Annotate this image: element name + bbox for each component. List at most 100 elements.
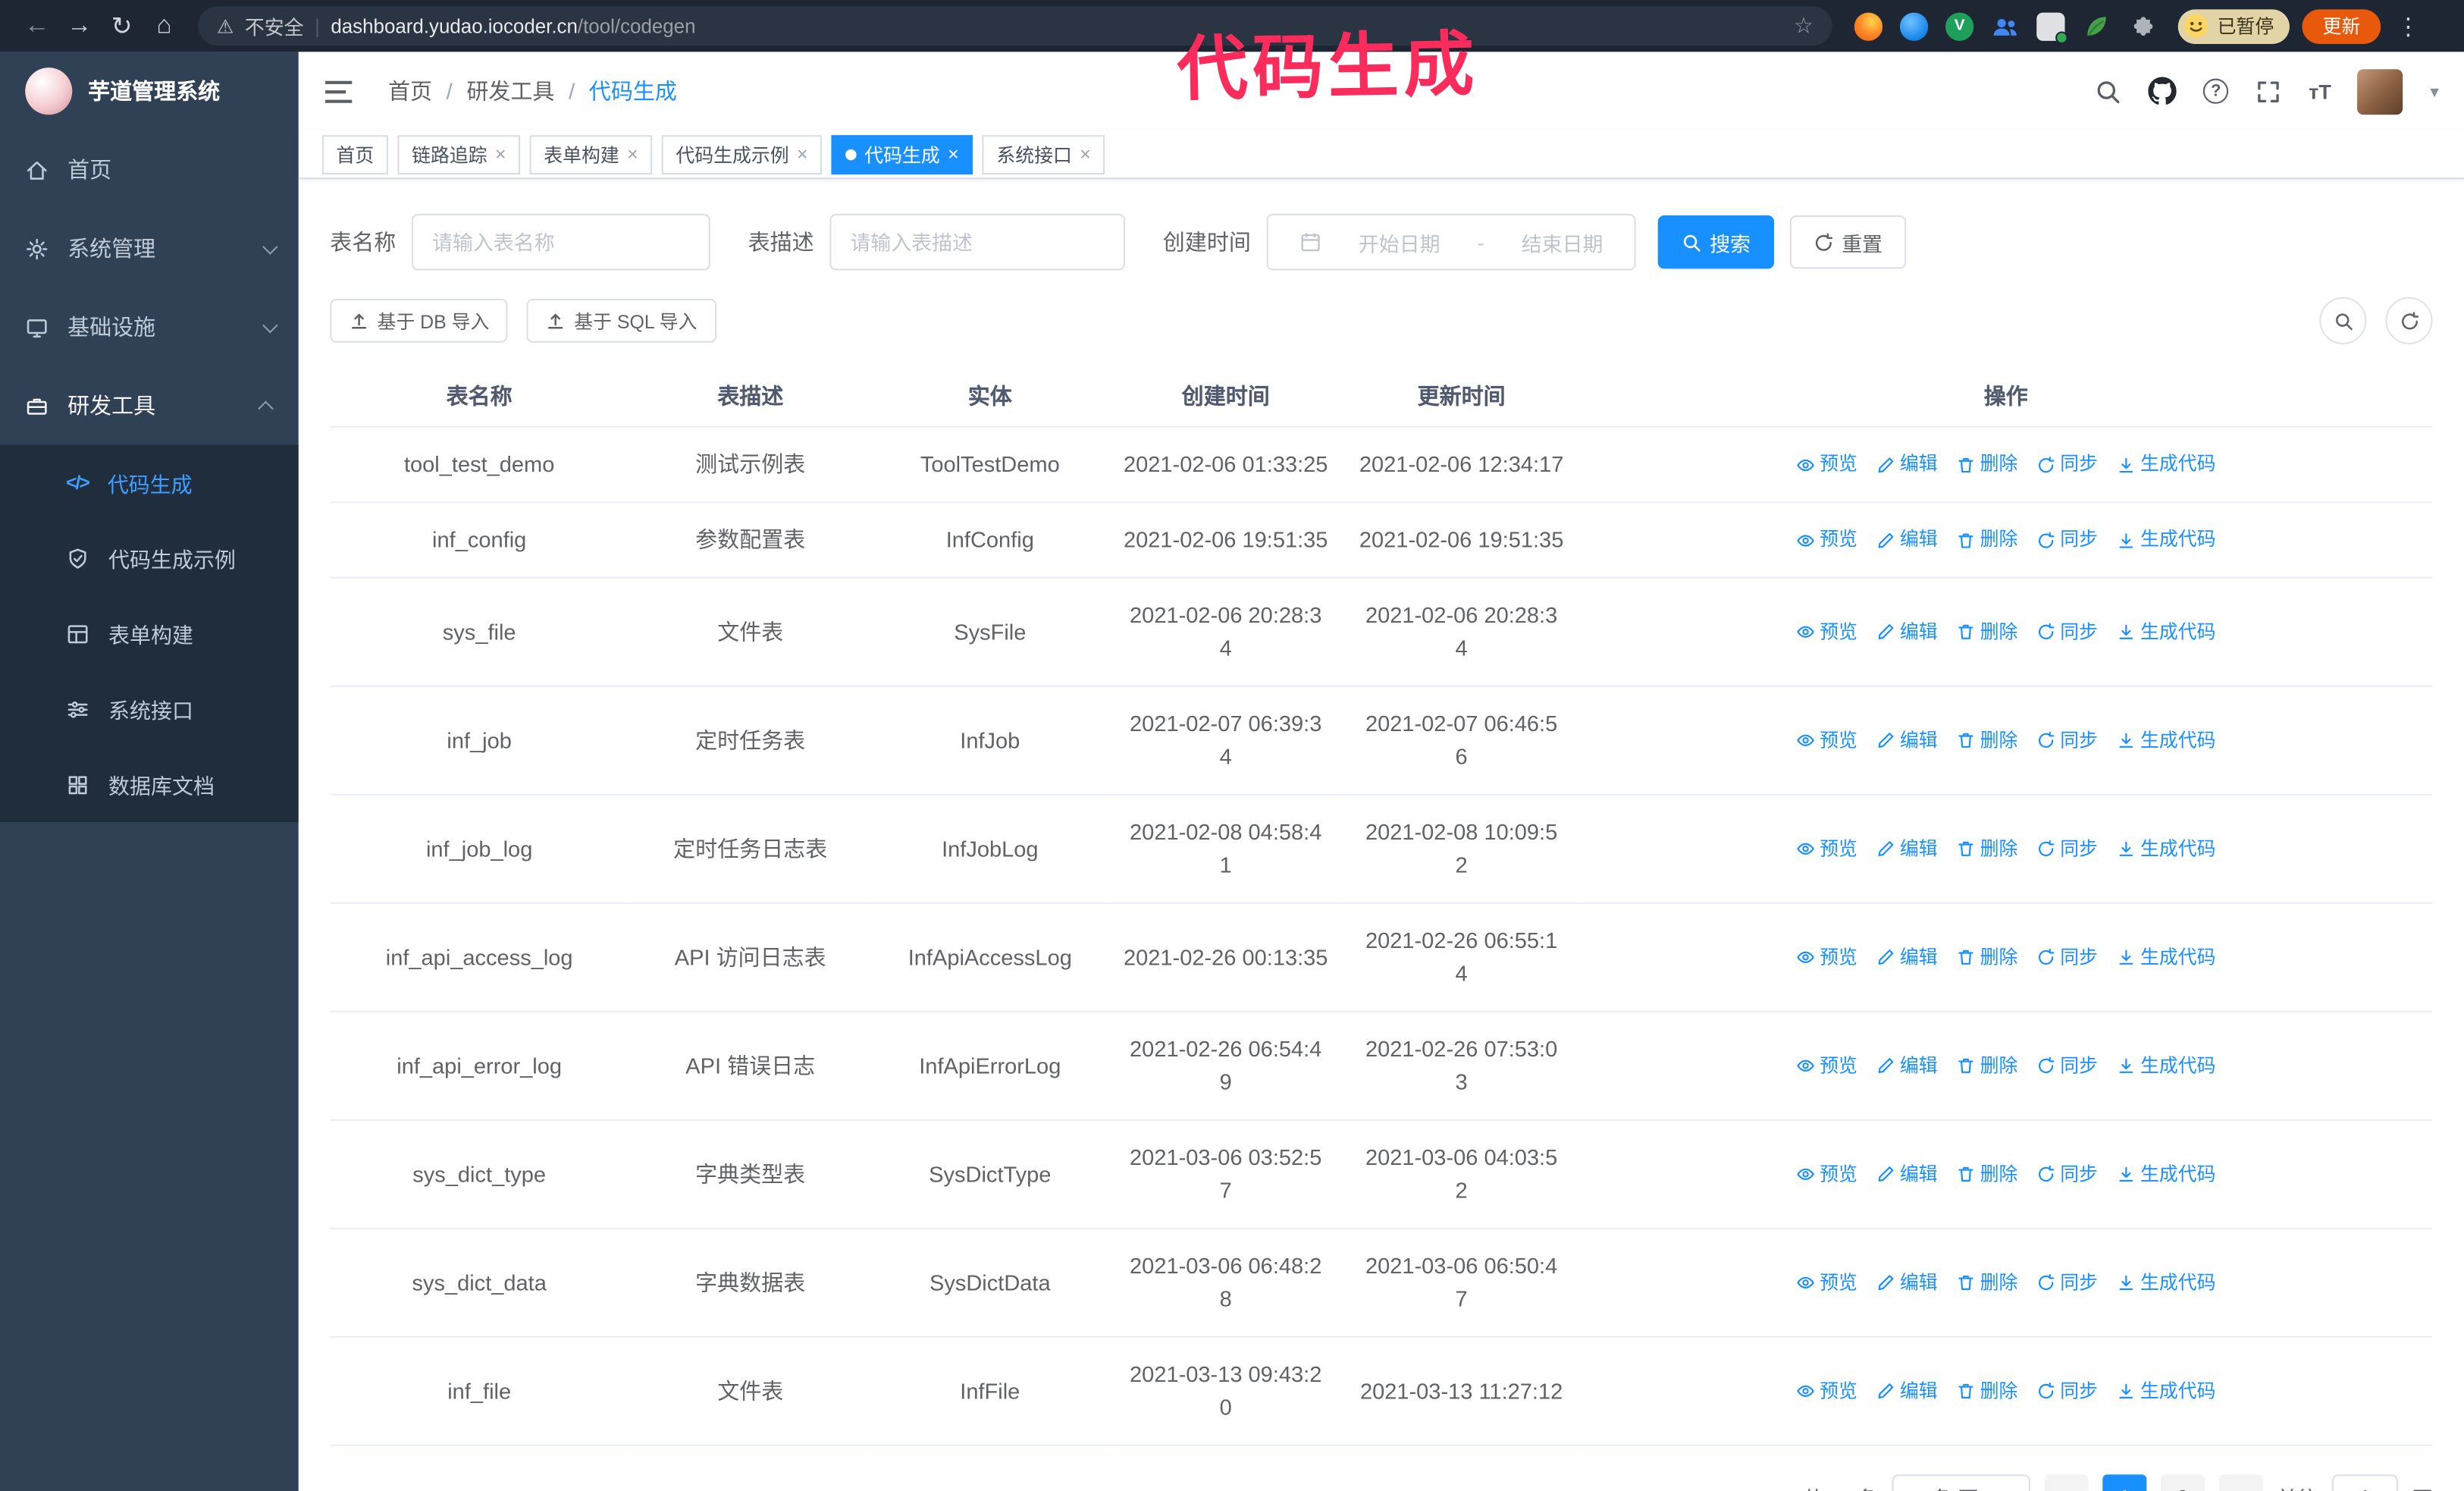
sync-action[interactable]: 同步: [2036, 1158, 2098, 1191]
refresh-table-button[interactable]: [2385, 297, 2433, 344]
breadcrumb-home[interactable]: 首页: [388, 75, 432, 106]
generate-code-action[interactable]: 生成代码: [2117, 1375, 2216, 1408]
tab-codegen[interactable]: 代码生成 ×: [831, 134, 973, 174]
generate-code-action[interactable]: 生成代码: [2117, 448, 2216, 482]
toggle-search-button[interactable]: [2319, 297, 2367, 344]
edit-action[interactable]: 编辑: [1876, 724, 1938, 757]
fox-extension-icon[interactable]: [1854, 11, 1883, 40]
preview-action[interactable]: 预览: [1796, 1375, 1857, 1408]
sidebar-item-infra[interactable]: 基础设施: [0, 287, 299, 366]
page-button-1[interactable]: 1: [2102, 1474, 2147, 1491]
edit-action[interactable]: 编辑: [1876, 1158, 1938, 1191]
goto-page-input[interactable]: [2331, 1474, 2398, 1491]
close-tab-icon[interactable]: ×: [495, 145, 506, 164]
generate-code-action[interactable]: 生成代码: [2117, 941, 2216, 975]
table-name-input[interactable]: [412, 213, 710, 271]
sync-action[interactable]: 同步: [2036, 1375, 2098, 1408]
sidebar-item-db-docs[interactable]: 数据库文档: [0, 747, 299, 822]
app-logo[interactable]: 芋道管理系统: [0, 52, 299, 130]
preview-action[interactable]: 预览: [1796, 1158, 1857, 1191]
generate-code-action[interactable]: 生成代码: [2117, 1158, 2216, 1191]
leaf-extension-icon[interactable]: [2082, 12, 2110, 40]
sync-action[interactable]: 同步: [2036, 941, 2098, 975]
preview-action[interactable]: 预览: [1796, 448, 1857, 482]
preview-action[interactable]: 预览: [1796, 941, 1857, 975]
generate-code-action[interactable]: 生成代码: [2117, 724, 2216, 757]
edit-action[interactable]: 编辑: [1876, 941, 1938, 975]
generate-code-action[interactable]: 生成代码: [2117, 523, 2216, 557]
close-tab-icon[interactable]: ×: [797, 145, 808, 164]
tab-codegen-example[interactable]: 代码生成示例 ×: [661, 134, 823, 174]
search-button[interactable]: 搜索: [1657, 215, 1775, 269]
address-bar[interactable]: ⚠ 不安全 | dashboard.yudao.iocoder.cn/tool/…: [198, 6, 1832, 46]
sidebar-item-system-api[interactable]: 系统接口: [0, 671, 299, 746]
prev-page-button[interactable]: ‹: [2044, 1474, 2089, 1491]
preview-action[interactable]: 预览: [1796, 523, 1857, 557]
sidebar-item-codegen[interactable]: </> 代码生成: [0, 445, 299, 520]
sync-action[interactable]: 同步: [2036, 523, 2098, 557]
page-button-2[interactable]: 2: [2160, 1474, 2205, 1491]
edit-action[interactable]: 编辑: [1876, 448, 1938, 482]
browser-update-button[interactable]: 更新: [2302, 8, 2381, 43]
delete-action[interactable]: 删除: [1956, 1267, 2017, 1300]
preview-action[interactable]: 预览: [1796, 1050, 1857, 1083]
generate-code-action[interactable]: 生成代码: [2117, 615, 2216, 648]
sidebar-item-codegen-example[interactable]: 代码生成示例: [0, 520, 299, 595]
close-tab-icon[interactable]: ×: [1080, 145, 1091, 164]
sync-action[interactable]: 同步: [2036, 1050, 2098, 1083]
fullscreen-icon[interactable]: [2256, 78, 2282, 105]
preview-action[interactable]: 预览: [1796, 832, 1857, 865]
delete-action[interactable]: 删除: [1956, 1050, 2017, 1083]
page-size-select[interactable]: 10条/页: [1892, 1474, 2030, 1491]
sync-action[interactable]: 同步: [2036, 1267, 2098, 1300]
generate-code-action[interactable]: 生成代码: [2117, 1050, 2216, 1083]
edit-action[interactable]: 编辑: [1876, 615, 1938, 648]
edit-action[interactable]: 编辑: [1876, 1050, 1938, 1083]
sync-action[interactable]: 同步: [2036, 615, 2098, 648]
tab-system-api[interactable]: 系统接口 ×: [982, 134, 1105, 174]
import-sql-button[interactable]: 基于 SQL 导入: [527, 298, 716, 343]
edit-action[interactable]: 编辑: [1876, 523, 1938, 557]
extensions-puzzle-icon[interactable]: [2127, 12, 2155, 40]
sidebar-item-form-builder[interactable]: 表单构建: [0, 596, 299, 671]
blue-extension-icon[interactable]: [1899, 11, 1929, 40]
browser-home-icon[interactable]: ⌂: [143, 5, 186, 47]
delete-action[interactable]: 删除: [1956, 615, 2017, 648]
import-db-button[interactable]: 基于 DB 导入: [330, 298, 509, 343]
close-tab-icon[interactable]: ×: [627, 145, 638, 164]
preview-action[interactable]: 预览: [1796, 724, 1857, 757]
sync-action[interactable]: 同步: [2036, 448, 2098, 482]
edit-action[interactable]: 编辑: [1876, 1375, 1938, 1408]
window-extension-icon[interactable]: [2036, 11, 2068, 43]
green-check-extension-icon[interactable]: V: [1945, 11, 1974, 40]
delete-action[interactable]: 删除: [1956, 832, 2017, 865]
browser-reload-icon[interactable]: ↻: [101, 5, 143, 47]
sync-action[interactable]: 同步: [2036, 832, 2098, 865]
profile-paused-badge[interactable]: 已暂停: [2177, 8, 2290, 43]
user-avatar[interactable]: [2358, 68, 2404, 115]
table-desc-input[interactable]: [829, 213, 1126, 271]
next-page-button[interactable]: ›: [2218, 1474, 2263, 1491]
sidebar-item-home[interactable]: 首页: [0, 130, 299, 209]
tab-form-builder[interactable]: 表单构建 ×: [529, 134, 653, 174]
generate-code-action[interactable]: 生成代码: [2117, 832, 2216, 865]
bookmark-star-icon[interactable]: ☆: [1794, 13, 1814, 39]
close-tab-icon[interactable]: ×: [948, 145, 959, 164]
preview-action[interactable]: 预览: [1796, 1267, 1857, 1300]
sidebar-item-system[interactable]: 系统管理: [0, 209, 299, 288]
hamburger-icon[interactable]: [324, 80, 353, 103]
reset-button[interactable]: 重置: [1789, 215, 1907, 269]
generate-code-action[interactable]: 生成代码: [2117, 1267, 2216, 1300]
delete-action[interactable]: 删除: [1956, 1158, 2017, 1191]
delete-action[interactable]: 删除: [1956, 724, 2017, 757]
sidebar-item-devtools[interactable]: 研发工具: [0, 366, 299, 445]
delete-action[interactable]: 删除: [1956, 523, 2017, 557]
edit-action[interactable]: 编辑: [1876, 1267, 1938, 1300]
create-time-range-picker[interactable]: 开始日期 - 结束日期: [1266, 213, 1636, 271]
delete-action[interactable]: 删除: [1956, 941, 2017, 975]
font-size-icon[interactable]: тT: [2309, 80, 2331, 103]
sync-action[interactable]: 同步: [2036, 724, 2098, 757]
tab-trace[interactable]: 链路追踪 ×: [397, 134, 521, 174]
help-icon[interactable]: ?: [2203, 78, 2229, 104]
delete-action[interactable]: 删除: [1956, 448, 2017, 482]
